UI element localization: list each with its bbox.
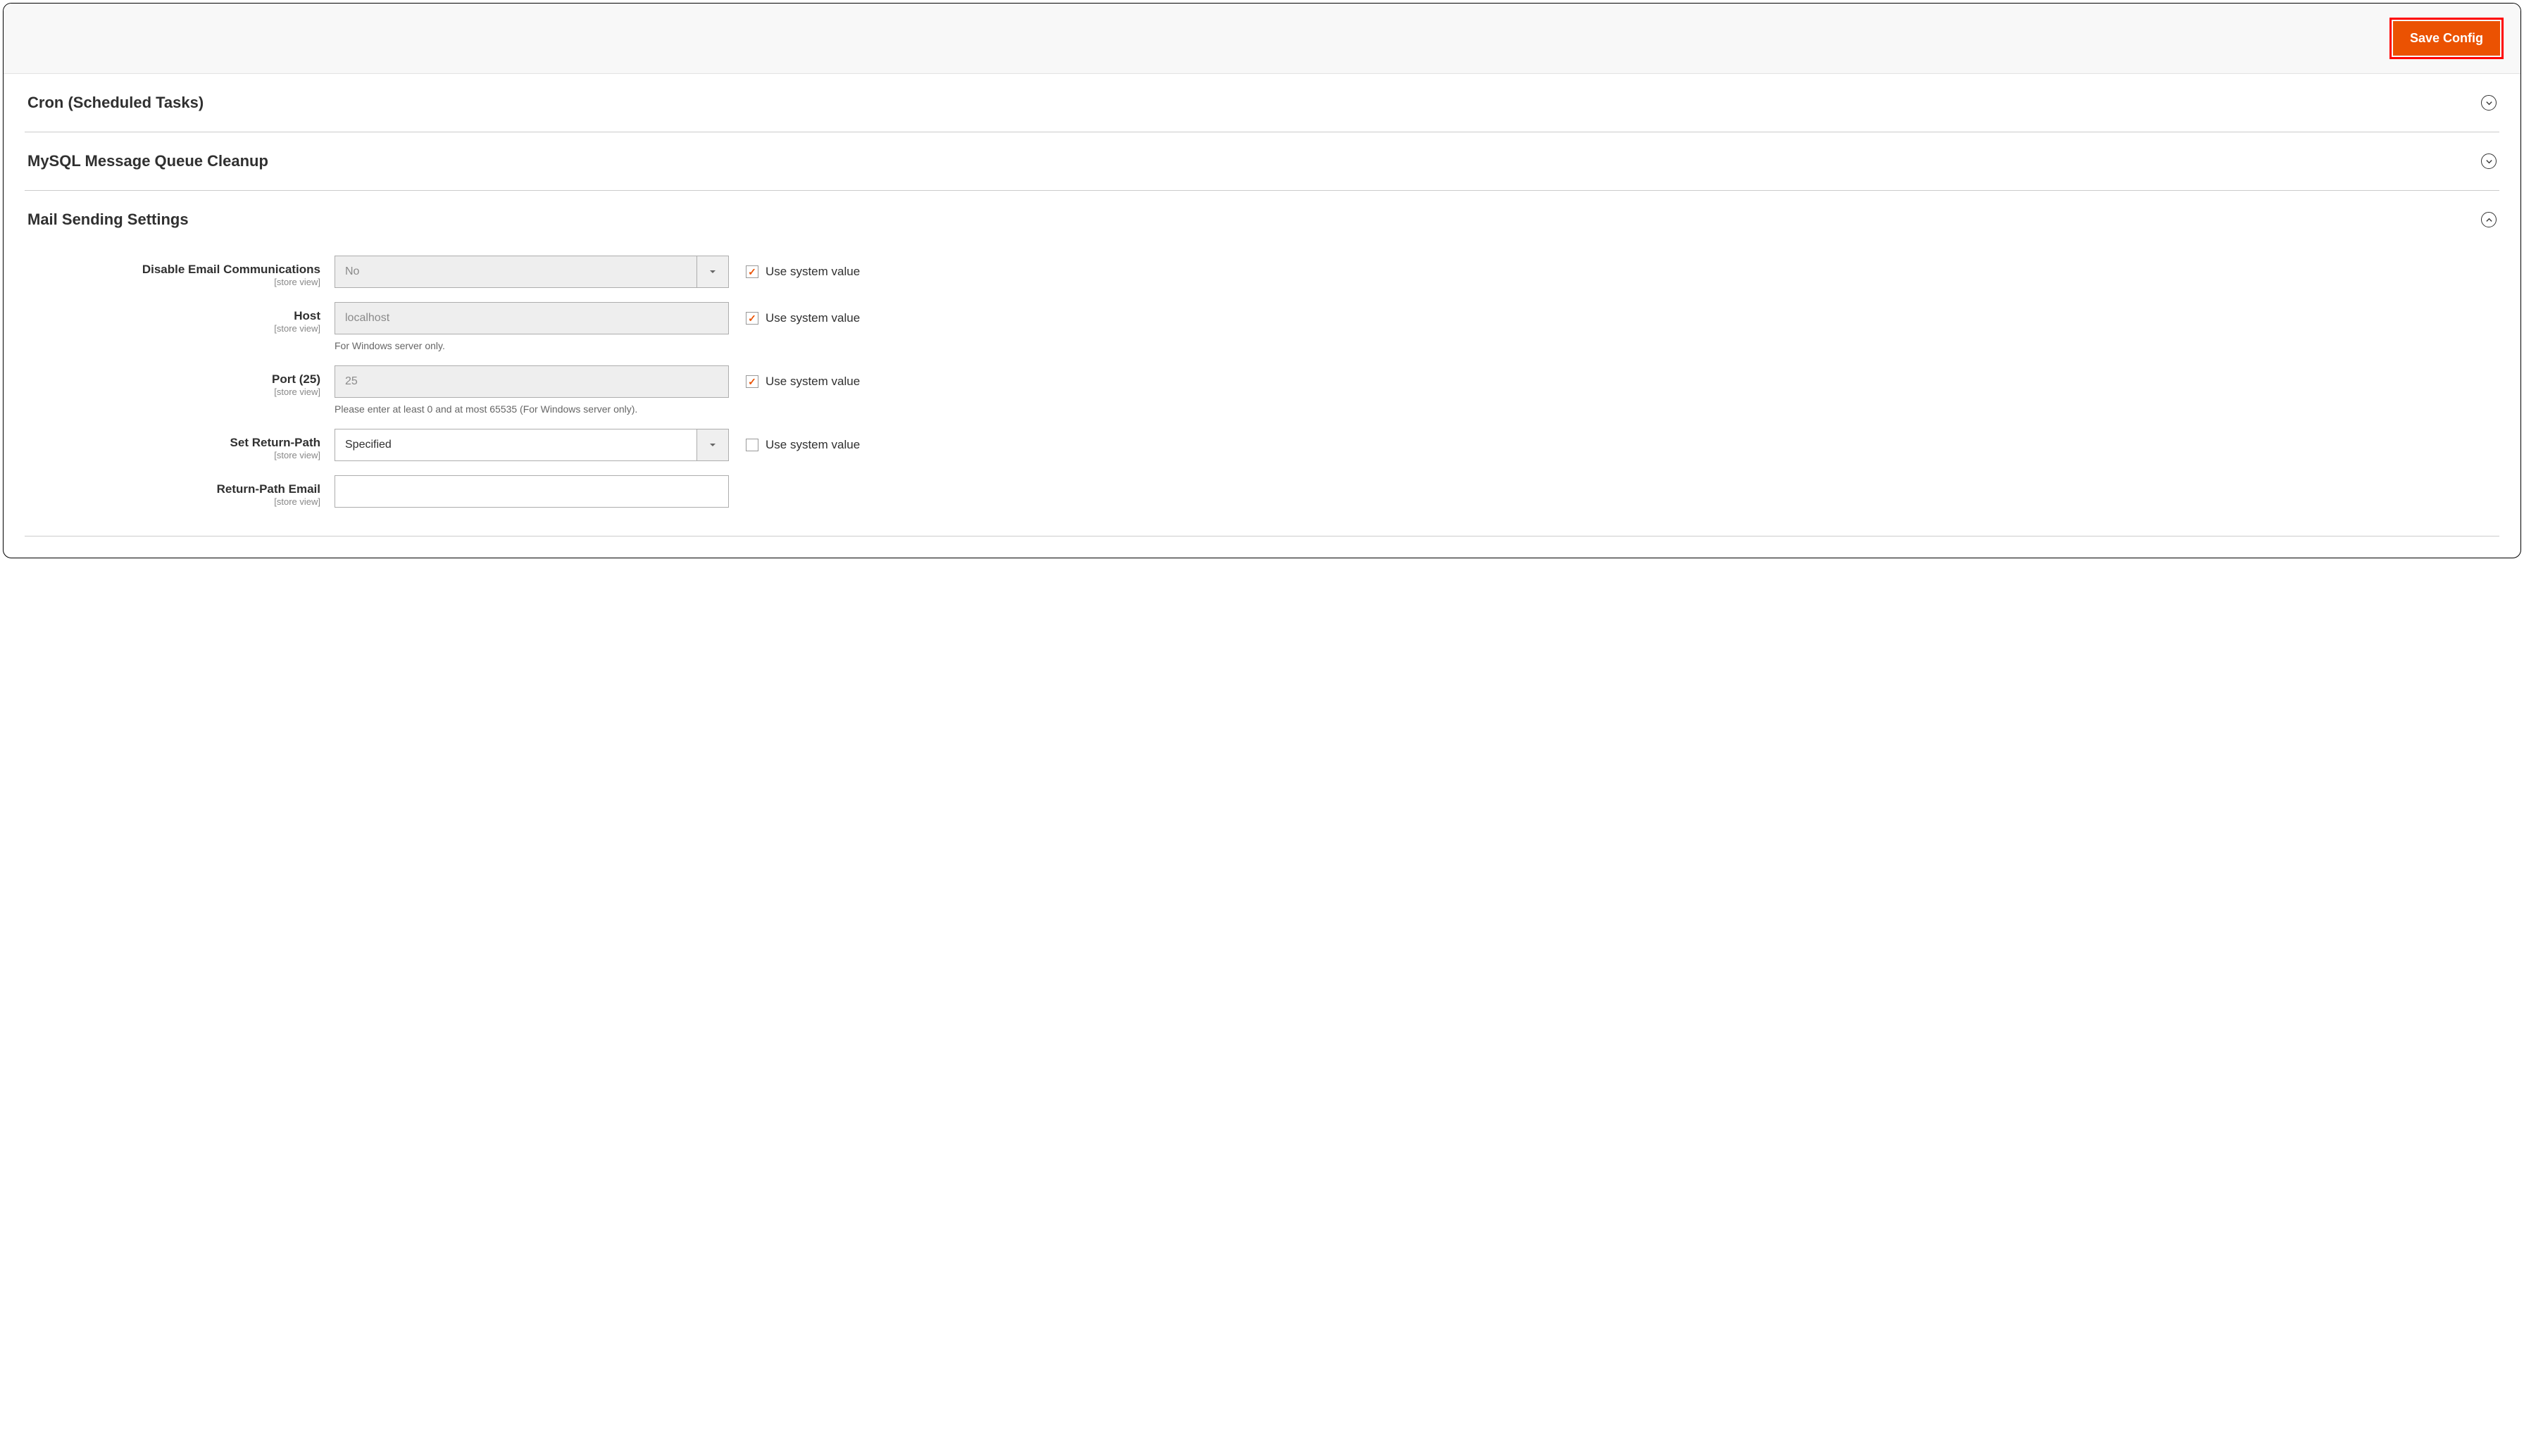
chevron-down-icon bbox=[2481, 95, 2497, 111]
field-label: Set Return-Path bbox=[230, 436, 320, 449]
host-input[interactable] bbox=[345, 303, 718, 334]
input-col: Please enter at least 0 and at most 6553… bbox=[335, 365, 729, 415]
return-path-email-input[interactable] bbox=[345, 476, 718, 507]
input-col bbox=[335, 475, 729, 508]
scope-label: [store view] bbox=[25, 277, 320, 287]
section-mysql: MySQL Message Queue Cleanup bbox=[25, 132, 2499, 191]
use-system-checkbox-disable-email[interactable] bbox=[746, 265, 758, 278]
system-value-col: Use system value bbox=[729, 256, 860, 288]
caret-down-icon bbox=[696, 429, 729, 461]
system-value-col: Use system value bbox=[729, 302, 860, 334]
chevron-down-icon bbox=[2481, 153, 2497, 169]
config-page: Save Config Cron (Scheduled Tasks) MySQL… bbox=[3, 3, 2521, 558]
row-host: Host [store view] For Windows server onl… bbox=[25, 302, 2499, 351]
system-value-col: Use system value bbox=[729, 365, 860, 398]
section-title-mail: Mail Sending Settings bbox=[27, 211, 189, 229]
select-value: Specified bbox=[335, 429, 696, 461]
scope-label: [store view] bbox=[25, 450, 320, 460]
label-col: Return-Path Email [store view] bbox=[25, 475, 335, 507]
row-return-path: Set Return-Path [store view] Specified bbox=[25, 429, 2499, 461]
input-col: For Windows server only. bbox=[335, 302, 729, 351]
helper-text: For Windows server only. bbox=[335, 340, 729, 351]
field-label: Port (25) bbox=[272, 372, 320, 386]
row-port: Port (25) [store view] Please enter at l… bbox=[25, 365, 2499, 415]
system-value-col: Use system value bbox=[729, 429, 860, 461]
field-label: Host bbox=[294, 309, 320, 322]
return-path-email-input-wrap bbox=[335, 475, 729, 508]
chevron-up-icon bbox=[2481, 212, 2497, 227]
port-input[interactable] bbox=[345, 366, 718, 397]
save-button-highlight: Save Config bbox=[2389, 18, 2504, 59]
field-label: Disable Email Communications bbox=[142, 263, 320, 276]
section-cron: Cron (Scheduled Tasks) bbox=[25, 74, 2499, 132]
return-path-select[interactable]: Specified bbox=[335, 429, 729, 461]
content-area: Cron (Scheduled Tasks) MySQL Message Que… bbox=[4, 74, 2520, 558]
use-system-label: Use system value bbox=[766, 311, 860, 325]
row-return-path-email: Return-Path Email [store view] bbox=[25, 475, 2499, 508]
label-col: Host [store view] bbox=[25, 302, 335, 334]
scope-label: [store view] bbox=[25, 323, 320, 334]
section-header-mysql[interactable]: MySQL Message Queue Cleanup bbox=[25, 132, 2499, 190]
section-title-cron: Cron (Scheduled Tasks) bbox=[27, 94, 204, 112]
section-header-cron[interactable]: Cron (Scheduled Tasks) bbox=[25, 74, 2499, 132]
use-system-label: Use system value bbox=[766, 438, 860, 452]
host-input-wrap bbox=[335, 302, 729, 334]
use-system-checkbox-host[interactable] bbox=[746, 312, 758, 325]
scope-label: [store view] bbox=[25, 387, 320, 397]
field-label: Return-Path Email bbox=[217, 482, 320, 496]
section-mail: Mail Sending Settings Disable Email Comm… bbox=[25, 191, 2499, 536]
save-config-button[interactable]: Save Config bbox=[2393, 21, 2500, 56]
label-col: Port (25) [store view] bbox=[25, 365, 335, 397]
row-disable-email: Disable Email Communications [store view… bbox=[25, 256, 2499, 288]
scope-label: [store view] bbox=[25, 496, 320, 507]
section-header-mail[interactable]: Mail Sending Settings bbox=[25, 191, 2499, 249]
port-input-wrap bbox=[335, 365, 729, 398]
header-bar: Save Config bbox=[4, 4, 2520, 74]
section-title-mysql: MySQL Message Queue Cleanup bbox=[27, 152, 268, 170]
helper-text: Please enter at least 0 and at most 6553… bbox=[335, 403, 729, 415]
caret-down-icon bbox=[696, 256, 729, 288]
use-system-checkbox-port[interactable] bbox=[746, 375, 758, 388]
disable-email-select[interactable]: No bbox=[335, 256, 729, 288]
input-col: No bbox=[335, 256, 729, 288]
input-col: Specified bbox=[335, 429, 729, 461]
use-system-checkbox-return-path[interactable] bbox=[746, 439, 758, 451]
select-value: No bbox=[335, 256, 696, 288]
use-system-label: Use system value bbox=[766, 265, 860, 279]
use-system-label: Use system value bbox=[766, 375, 860, 389]
label-col: Disable Email Communications [store view… bbox=[25, 256, 335, 287]
label-col: Set Return-Path [store view] bbox=[25, 429, 335, 460]
mail-form: Disable Email Communications [store view… bbox=[25, 249, 2499, 536]
